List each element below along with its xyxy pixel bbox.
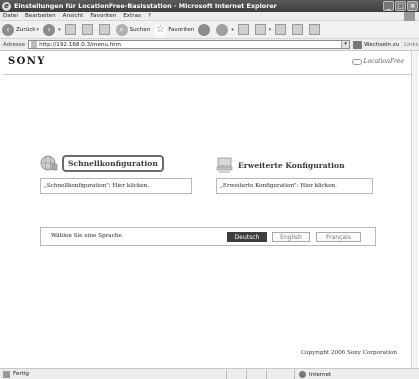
chevron-down-icon[interactable]: ▾ [231, 27, 234, 33]
address-label: Adresse [3, 41, 26, 48]
home-button[interactable] [98, 24, 112, 35]
go-label: Wechseln zu [364, 41, 400, 48]
links-button[interactable]: Links [404, 42, 418, 48]
locationfree-logo: LocationFree [351, 58, 404, 65]
back-arrow-icon: ‹ [2, 23, 14, 36]
advanced-config-link[interactable]: Erweiterte Konfiguration [238, 161, 345, 170]
maximize-button[interactable]: □ [395, 1, 406, 11]
research-button[interactable] [292, 24, 305, 35]
network-icon [216, 156, 234, 174]
edit-icon [254, 24, 266, 35]
messenger-button[interactable] [275, 24, 288, 35]
chevron-down-icon[interactable]: ▾ [58, 27, 61, 33]
page-content: SONY LocationFree Schnellkonfiguration „… [3, 51, 411, 368]
menu-bearbeiten[interactable]: Bearbeiten [25, 13, 56, 19]
status-divider [246, 370, 247, 379]
address-input[interactable]: http://192.168.0.3/menu.htm ▾ [28, 40, 351, 49]
home-icon [98, 24, 110, 35]
menu-datei[interactable]: Datei [3, 13, 18, 19]
language-button-english[interactable]: English [272, 232, 310, 242]
status-text: Fertig [13, 371, 29, 377]
minimize-button[interactable]: _ [383, 1, 394, 11]
language-prompt: Wählen Sie eine Sprache. [51, 233, 124, 239]
tools-button[interactable] [309, 24, 322, 35]
internet-zone-icon [299, 371, 306, 378]
print-icon [237, 24, 249, 35]
quick-config-option[interactable]: Schnellkonfiguration [40, 154, 164, 172]
tools-icon [309, 24, 321, 35]
sony-logo: SONY [8, 56, 46, 67]
refresh-button[interactable] [81, 24, 95, 35]
history-icon [198, 23, 211, 36]
windows-flag-icon [404, 12, 415, 21]
forward-arrow-icon: › [43, 23, 56, 36]
back-label: Zurück [16, 26, 36, 33]
ie-logo-icon: e [2, 1, 11, 11]
go-button[interactable]: Wechseln zu Links [353, 40, 419, 49]
page-done-icon [3, 370, 10, 378]
mail-icon [216, 23, 229, 36]
chevron-down-icon[interactable]: ▾ [269, 27, 272, 33]
window-title-bar[interactable]: e Einstellungen für LocationFree-Basisst… [0, 0, 419, 12]
favorites-label: Favoriten [168, 26, 195, 33]
locationfree-icon [351, 58, 362, 65]
address-dropdown-icon[interactable]: ▾ [341, 41, 350, 48]
quick-config-link[interactable]: Schnellkonfiguration [62, 154, 164, 172]
stop-button[interactable] [64, 24, 78, 35]
search-label: Suchen [129, 26, 151, 33]
chevron-down-icon[interactable]: ▾ [37, 27, 40, 33]
history-button[interactable] [198, 23, 212, 36]
copyright-text: Copyright 2006 Sony Corporation [300, 350, 397, 356]
address-url: http://192.168.0.3/menu.htm [39, 41, 121, 48]
search-icon: ⌕ [115, 23, 128, 36]
refresh-icon [81, 24, 93, 35]
quick-config-hint[interactable]: „Schnellkonfiguration": Hier klicken. [40, 178, 192, 194]
page-icon [31, 41, 38, 48]
toolbar: ‹ Zurück ▾ › ▾ ⌕ Suchen ☆ Favoriten ▾ ▾ [0, 21, 419, 39]
messenger-icon [275, 24, 287, 35]
advanced-config-hint[interactable]: „Erweiterte Konfiguration": Hier klicken… [216, 178, 373, 194]
advanced-config-option[interactable]: Erweiterte Konfiguration [216, 156, 345, 174]
brand-header: SONY LocationFree [3, 51, 411, 75]
address-bar: Adresse http://192.168.0.3/menu.htm ▾ We… [0, 39, 419, 51]
menu-favoriten[interactable]: Favoriten [90, 13, 116, 19]
back-button[interactable]: ‹ Zurück ▾ [2, 23, 40, 36]
print-button[interactable] [237, 24, 251, 35]
menu-ansicht[interactable]: Ansicht [63, 13, 84, 19]
stop-icon [64, 24, 76, 35]
search-button[interactable]: ⌕ Suchen [115, 23, 151, 36]
status-divider [266, 370, 267, 379]
go-arrow-icon [353, 40, 363, 49]
edit-button[interactable]: ▾ [254, 24, 272, 35]
window-title: Einstellungen für LocationFree-Basisstat… [14, 2, 277, 10]
language-selector: Wählen Sie eine Sprache. Deutsch English… [40, 227, 376, 246]
status-divider [226, 370, 227, 379]
language-button-francais[interactable]: Français [316, 232, 361, 242]
forward-button[interactable]: › ▾ [43, 23, 61, 36]
menu-bar: Datei Bearbeiten Ansicht Favoriten Extra… [0, 12, 419, 21]
security-zone: Internet [294, 370, 419, 379]
globe-icon [40, 154, 58, 172]
research-icon [292, 24, 304, 35]
zone-label: Internet [309, 371, 332, 378]
menu-help[interactable]: ? [148, 13, 151, 19]
mail-button[interactable]: ▾ [216, 23, 234, 36]
close-button[interactable]: × [407, 1, 418, 11]
star-icon: ☆ [154, 23, 167, 36]
status-bar: Fertig Internet [0, 368, 419, 379]
language-button-deutsch[interactable]: Deutsch [227, 232, 267, 242]
favorites-button[interactable]: ☆ Favoriten [154, 23, 195, 36]
window-controls: _ □ × [383, 1, 418, 11]
menu-extras[interactable]: Extras [123, 13, 141, 19]
vertical-scrollbar[interactable] [411, 51, 418, 368]
